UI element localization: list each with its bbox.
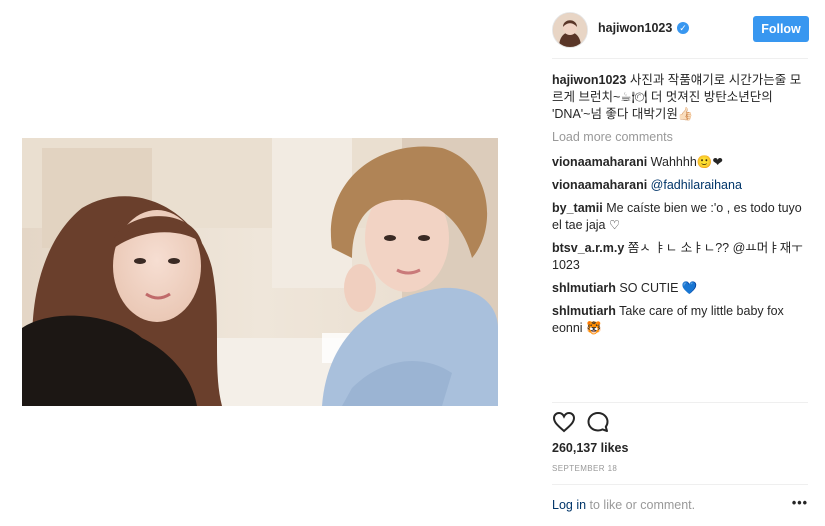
comments-section: hajiwon1023 사진과 작품얘기로 시간가는줄 모르게 브런치~☕🍽 더… [552, 72, 808, 343]
comment-text: SO CUTIE 💙 [619, 281, 698, 295]
heart-icon[interactable] [552, 410, 576, 437]
login-prompt-text: to like or comment. [586, 498, 696, 512]
comment-item: vionaamaharani Wahhhh🙂❤ [552, 154, 808, 171]
avatar[interactable] [552, 12, 588, 48]
caption: hajiwon1023 사진과 작품얘기로 시간가는줄 모르게 브런치~☕🍽 더… [552, 72, 808, 123]
comment-item: btsv_a.r.m.y 쫌ㅅ ㅑㄴ 소ㅑㄴ?? @ㅛ머ㅑ재ㅜ1023 [552, 240, 808, 274]
login-link[interactable]: Log in [552, 498, 586, 512]
post-date: SEPTEMBER 18 [552, 464, 618, 473]
comment-username[interactable]: shlmutiarh [552, 304, 616, 318]
caption-username[interactable]: hajiwon1023 [552, 73, 626, 87]
follow-button[interactable]: Follow [753, 16, 809, 42]
login-prompt: Log in to like or comment. ••• [552, 496, 808, 512]
comment-username[interactable]: shlmutiarh [552, 281, 616, 295]
comment-username[interactable]: btsv_a.r.m.y [552, 241, 624, 255]
load-more-comments-link[interactable]: Load more comments [552, 129, 808, 146]
comment-item: shlmutiarh Take care of my little baby f… [552, 303, 808, 337]
comment-mention-link[interactable]: @fadhilaraihana [651, 178, 742, 192]
likes-count[interactable]: 260,137 likes [552, 441, 628, 455]
comment-username[interactable]: by_tamii [552, 201, 603, 215]
post-header: hajiwon1023 ✓ Follow [540, 0, 825, 58]
comment-item: by_tamii Me caíste bien we :'o , es todo… [552, 200, 808, 234]
comment-text: Wahhhh🙂❤ [650, 155, 723, 169]
actions-divider [552, 402, 808, 403]
comment-username[interactable]: vionaamaharani [552, 178, 647, 192]
comment-item: vionaamaharani @fadhilaraihana [552, 177, 808, 194]
comment-item: shlmutiarh SO CUTIE 💙 [552, 280, 808, 297]
more-options-icon[interactable]: ••• [792, 496, 808, 510]
username[interactable]: hajiwon1023 [598, 21, 672, 35]
login-divider [552, 484, 808, 485]
post-photo[interactable] [22, 138, 498, 406]
comment-username[interactable]: vionaamaharani [552, 155, 647, 169]
header-divider [552, 58, 808, 59]
verified-badge-icon: ✓ [677, 22, 689, 34]
comment-icon[interactable] [586, 410, 610, 437]
